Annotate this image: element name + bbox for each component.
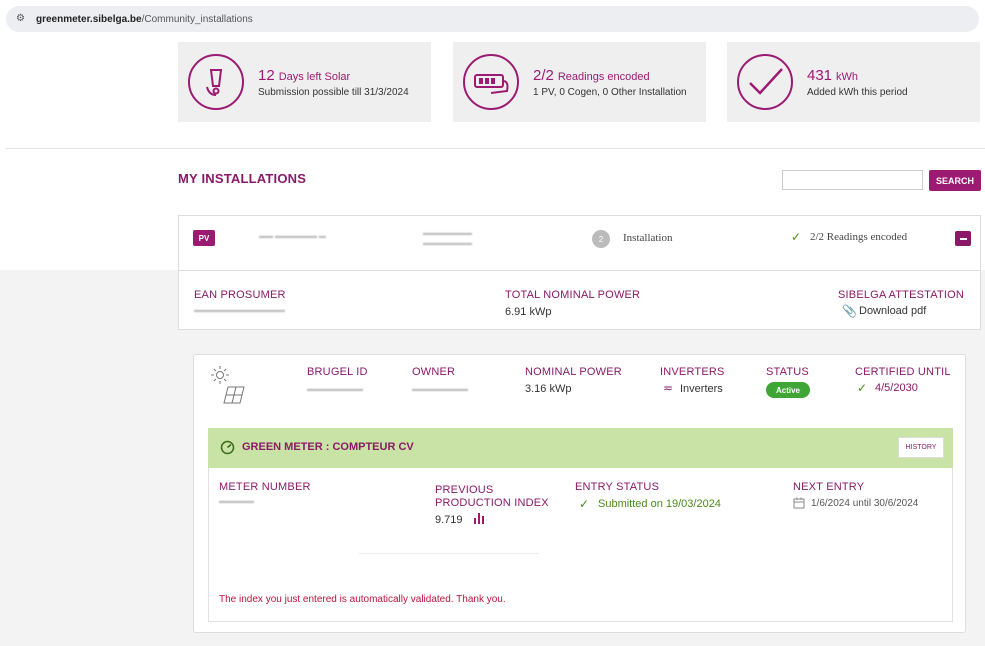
paperclip-icon: 📎: [842, 304, 857, 318]
certified-until-label: CERTIFIED UNTIL: [855, 366, 951, 378]
stat-card-kwh: 431 kWh Added kWh this period: [727, 42, 980, 122]
days-left-unit: Days left Solar: [278, 70, 351, 83]
inverters-link[interactable]: Inverters: [680, 383, 723, 395]
green-meter-body: METER NUMBER ▬▬▬▬▬ PREVIOUS PRODUCTION I…: [208, 468, 953, 622]
search-button[interactable]: SEARCH: [929, 170, 981, 191]
kwh-unit: kWh: [836, 70, 859, 83]
kwh-value: 431: [807, 66, 833, 84]
total-power-label: TOTAL NOMINAL POWER: [505, 289, 641, 301]
checkmark-icon: [737, 54, 793, 110]
green-meter-header: GREEN METER : COMPTEUR CV HISTORY: [208, 428, 953, 468]
redacted-owner: ▬▬▬▬▬▬▬▬: [412, 386, 468, 393]
download-pdf-link[interactable]: Download pdf: [859, 305, 926, 317]
meter-icon: [463, 54, 519, 110]
bar-chart-icon[interactable]: [473, 512, 485, 524]
green-meter-title: GREEN METER : COMPTEUR CV: [242, 441, 414, 453]
days-left-count: 12: [258, 66, 275, 84]
next-entry-value: 1/6/2024 until 30/6/2024: [811, 498, 919, 509]
page-title: MY INSTALLATIONS: [178, 171, 307, 186]
nominal-power-value: 3.16 kWp: [525, 383, 572, 395]
entry-status-value: Submitted on 19/03/2024: [598, 498, 721, 510]
certified-until-value: 4/5/2030: [875, 382, 918, 394]
meter-number-label: METER NUMBER: [219, 481, 311, 493]
days-left-subtext: Submission possible till 31/3/2024: [258, 86, 409, 98]
status-label: STATUS: [766, 366, 809, 378]
inverter-icon: ≂: [663, 381, 674, 395]
redacted-meter-number: ▬▬▬▬▬: [219, 498, 254, 505]
installation-row[interactable]: PV ▬▬ ▬▬▬▬▬▬ ▬ ▬▬▬▬▬▬▬ ▬▬▬▬▬▬▬ 2 Installa…: [178, 215, 981, 271]
gauge-icon: [220, 440, 235, 455]
attestation-label: SIBELGA ATTESTATION: [838, 289, 965, 301]
installation-count-badge: 2: [592, 230, 610, 248]
previous-index-value: 9.719: [435, 514, 463, 526]
previous-index-label-1: PREVIOUS: [435, 484, 494, 496]
readings-count: 2/2: [533, 66, 554, 84]
redacted-address: ▬▬ ▬▬▬▬▬▬ ▬: [259, 233, 326, 240]
entry-status-check-icon: ✓: [579, 497, 590, 511]
brugel-id-label: BRUGEL ID: [307, 366, 368, 378]
installation-label: Installation: [623, 232, 673, 244]
warning-pen-icon: [188, 54, 244, 110]
readings-check-icon: ✓: [791, 230, 802, 244]
history-button[interactable]: HISTORY: [898, 437, 944, 458]
solar-panel-icon: [211, 366, 245, 404]
installation-detail: EAN PROSUMER ▬▬▬▬▬▬▬▬▬▬▬▬▬ TOTAL NOMINAL…: [178, 271, 981, 330]
url-path: /Community_installations: [141, 13, 253, 25]
readings-encoded-status: 2/2 Readings encoded: [810, 231, 908, 243]
address-bar[interactable]: ⚙ greenmeter.sibelga.be /Community_insta…: [6, 6, 979, 32]
installation-unit-card: BRUGEL ID ▬▬▬▬▬▬▬▬ OWNER ▬▬▬▬▬▬▬▬ NOMINA…: [193, 354, 966, 633]
redacted-ean: ▬▬▬▬▬▬▬▬▬▬▬▬▬: [194, 307, 285, 314]
readings-subtext: 1 PV, 0 Cogen, 0 Other Installation: [533, 86, 687, 98]
total-power-value: 6.91 kWp: [505, 306, 552, 318]
entry-status-label: ENTRY STATUS: [575, 481, 660, 493]
ean-prosumer-label: EAN PROSUMER: [194, 289, 286, 301]
previous-index-label-2: PRODUCTION INDEX: [435, 497, 549, 509]
url-domain: greenmeter.sibelga.be: [36, 13, 142, 25]
inverters-label: INVERTERS: [660, 366, 725, 378]
next-entry-label: NEXT ENTRY: [793, 481, 865, 493]
body-divider: [359, 553, 539, 554]
site-settings-icon[interactable]: ⚙: [16, 13, 28, 25]
stat-card-days-left: 12 Days left Solar Submission possible ti…: [178, 42, 431, 122]
redacted-brugel-id: ▬▬▬▬▬▬▬▬: [307, 386, 363, 393]
stat-card-readings: 2/2 Readings encoded 1 PV, 0 Cogen, 0 Oth…: [453, 42, 706, 122]
section-divider: [6, 148, 985, 149]
status-badge: Active: [766, 382, 810, 398]
nominal-power-label: NOMINAL POWER: [525, 366, 622, 378]
validation-message: The index you just entered is automatica…: [219, 594, 506, 605]
certified-check-icon: ✓: [857, 381, 868, 395]
redacted-dates: ▬▬▬▬▬▬▬ ▬▬▬▬▬▬▬: [423, 230, 472, 247]
search-input[interactable]: [782, 170, 923, 190]
owner-label: OWNER: [412, 366, 456, 378]
pv-type-badge: PV: [193, 230, 215, 246]
readings-unit: Readings encoded: [557, 70, 650, 83]
collapse-button[interactable]: [955, 231, 971, 246]
calendar-icon: [793, 497, 805, 509]
kwh-subtext: Added kWh this period: [807, 86, 908, 98]
